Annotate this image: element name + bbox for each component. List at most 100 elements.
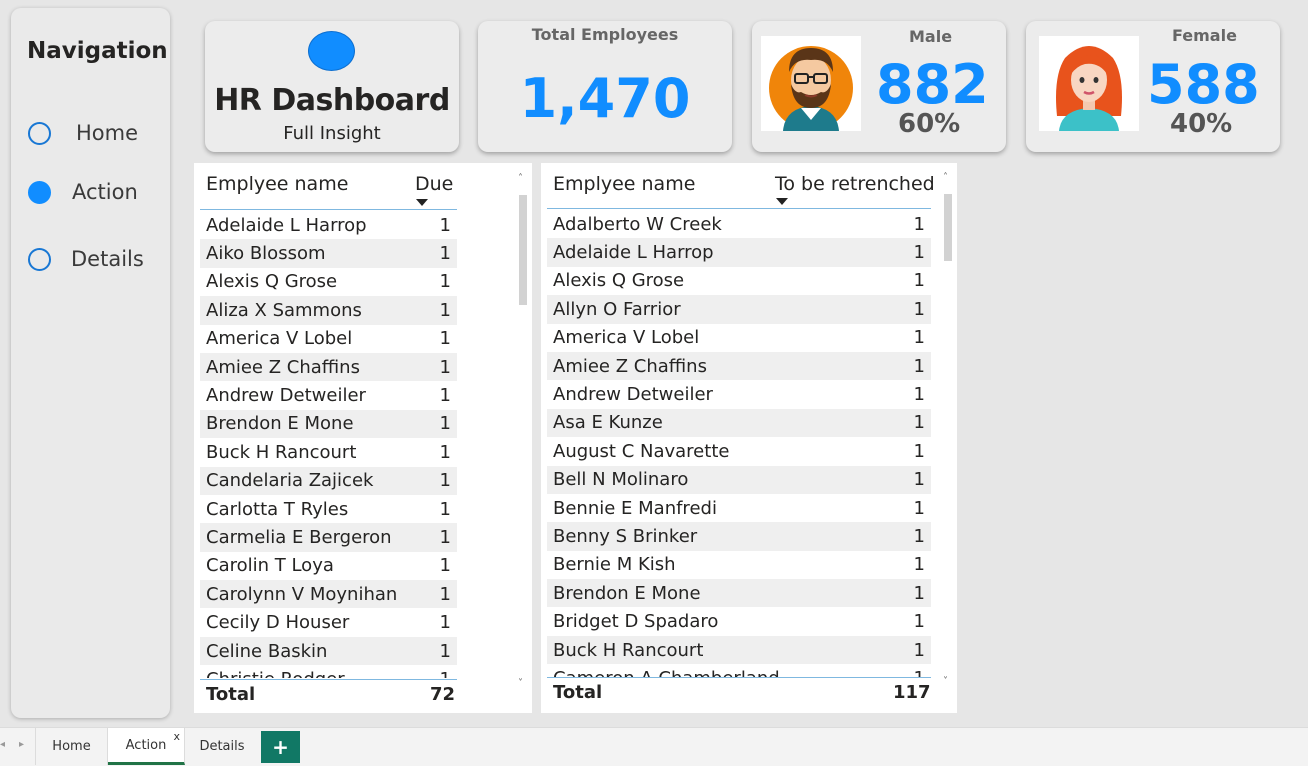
table-row[interactable]: Alexis Q Grose 1 [200,268,457,296]
table-row[interactable]: Buck H Rancourt 1 [547,635,931,665]
table-row[interactable]: Andrew Detweiler 1 [547,380,931,408]
table-row[interactable]: Bennie E Manfredi 1 [547,494,931,522]
table-row[interactable]: Cameron A Chamberland 1 [547,664,931,677]
table-row[interactable]: Carolin T Loya 1 [200,552,457,580]
retrench-col-name-header[interactable]: Emplyee name [553,173,695,195]
table-row[interactable]: Brendon E Mone 1 [200,409,457,439]
scroll-up-icon[interactable]: ˄ [518,173,523,184]
female-card: Female 588 40% [1026,21,1280,152]
page-subtitle: Full Insight [283,123,381,144]
value-cell: 1 [913,384,925,406]
value-cell: 1 [439,413,451,435]
value-cell: 1 [439,470,451,492]
table-row[interactable]: Aliza X Sammons 1 [200,296,457,325]
retrench-total-label: Total [553,682,603,703]
table-row[interactable]: Bridget D Spadaro 1 [547,607,931,635]
scroll-up-icon[interactable]: ˄ [943,172,948,183]
scroll-down-icon[interactable]: ˅ [943,676,948,687]
sort-desc-icon[interactable] [776,198,788,205]
retrench-scrollbar[interactable] [944,194,952,261]
table-row[interactable]: Adelaide L Harrop 1 [200,211,457,239]
employee-name-cell: Allyn O Farrior [553,298,681,320]
retrench-table-body: Adalberto W Creek 1 Adelaide L Harrop 1 Alex… [547,210,931,677]
nav-item-home[interactable]: Home [28,121,138,145]
table-row[interactable]: Andrew Detweiler 1 [200,381,457,409]
close-icon[interactable]: x [173,730,180,743]
employee-name-cell: August C Navarette [553,440,730,462]
table-row[interactable]: Alexis Q Grose 1 [547,267,931,295]
female-percent: 40% [1170,109,1233,139]
sort-desc-icon[interactable] [416,199,428,206]
table-row[interactable]: Carmelia E Bergeron 1 [200,523,457,552]
table-row[interactable]: Benny S Brinker 1 [547,522,931,551]
employee-name-cell: America V Lobel [553,327,700,349]
table-row[interactable]: Bernie M Kish 1 [547,551,931,579]
employee-name-cell: Buck H Rancourt [206,441,357,463]
tab-scroll-left-icon[interactable]: ◂ [0,739,5,750]
nav-item-action[interactable]: Action [28,180,138,204]
employee-name-cell: Carmelia E Bergeron [206,526,392,548]
due-col-name-header[interactable]: Emplyee name [206,173,348,195]
nav-item-details[interactable]: Details [28,247,144,271]
value-cell: 1 [913,270,925,292]
table-row[interactable]: America V Lobel 1 [200,325,457,353]
value-cell: 1 [439,640,451,662]
employee-name-cell: Adelaide L Harrop [553,242,714,264]
nav-item-details-label: Details [71,247,144,271]
table-row[interactable]: Celine Baskin 1 [200,636,457,666]
tab-home[interactable]: Home [35,728,108,765]
employee-name-cell: Buck H Rancourt [553,639,704,661]
table-row[interactable]: Bell N Molinaro 1 [547,465,931,494]
logo-dot-icon [308,31,355,71]
employee-name-cell: Benny S Brinker [553,525,698,547]
female-caption: Female [1172,26,1237,45]
radio-details-icon[interactable] [28,247,51,271]
retrench-total-value: 117 [893,682,931,703]
table-row[interactable]: Buck H Rancourt 1 [200,438,457,466]
due-total-label: Total [206,684,256,705]
table-row[interactable]: Aiko Blossom 1 [200,239,457,268]
tab-details-label: Details [199,739,245,754]
table-row[interactable]: Amiee Z Chaffins 1 [547,351,931,381]
value-cell: 1 [913,611,925,633]
table-row[interactable]: Asa E Kunze 1 [547,408,931,438]
page-tab-bar: ◂ ▸ Home Action x Details + [0,727,1308,766]
male-percent: 60% [898,109,961,139]
plus-icon: + [272,735,289,759]
table-row[interactable]: America V Lobel 1 [547,324,931,352]
value-cell: 1 [439,299,451,321]
table-row[interactable]: Candelaria Zajicek 1 [200,466,457,495]
table-row[interactable]: Brendon E Mone 1 [547,579,931,608]
value-cell: 1 [439,214,451,236]
tab-details[interactable]: Details [185,728,259,765]
table-row[interactable]: Christie Rodger 1 [200,665,457,678]
table-row[interactable]: Carlotta T Ryles 1 [200,495,457,523]
scroll-down-icon[interactable]: ˅ [518,678,523,689]
title-card: HR Dashboard Full Insight [205,21,459,152]
value-cell: 1 [439,271,451,293]
table-row[interactable]: Adelaide L Harrop 1 [547,238,931,267]
due-col-due-header[interactable]: Due [415,173,453,195]
value-cell: 1 [439,583,451,605]
table-row[interactable]: Carolynn V Moynihan 1 [200,580,457,609]
add-page-button[interactable]: + [261,731,300,763]
tab-scroll-right-icon[interactable]: ▸ [19,739,24,750]
table-row[interactable]: Allyn O Farrior 1 [547,295,931,324]
table-row[interactable]: August C Navarette 1 [547,437,931,465]
employee-name-cell: Brendon E Mone [553,582,701,604]
retrench-col-value-header[interactable]: To be retrenched [775,173,935,195]
tab-action[interactable]: Action x [108,728,185,765]
employee-name-cell: Amiee Z Chaffins [206,356,360,378]
employee-name-cell: America V Lobel [206,328,353,350]
table-row[interactable]: Amiee Z Chaffins 1 [200,352,457,382]
total-employees-caption: Total Employees [531,25,679,44]
total-employees-value: 1,470 [519,67,691,130]
table-row[interactable]: Adalberto W Creek 1 [547,210,931,238]
value-cell: 1 [913,242,925,264]
due-scrollbar[interactable] [519,195,527,305]
value-cell: 1 [914,668,925,677]
table-row[interactable]: Cecily D Houser 1 [200,608,457,636]
radio-home-icon[interactable] [28,121,51,145]
radio-action-icon[interactable] [28,180,51,204]
employee-name-cell: Bernie M Kish [553,554,676,576]
